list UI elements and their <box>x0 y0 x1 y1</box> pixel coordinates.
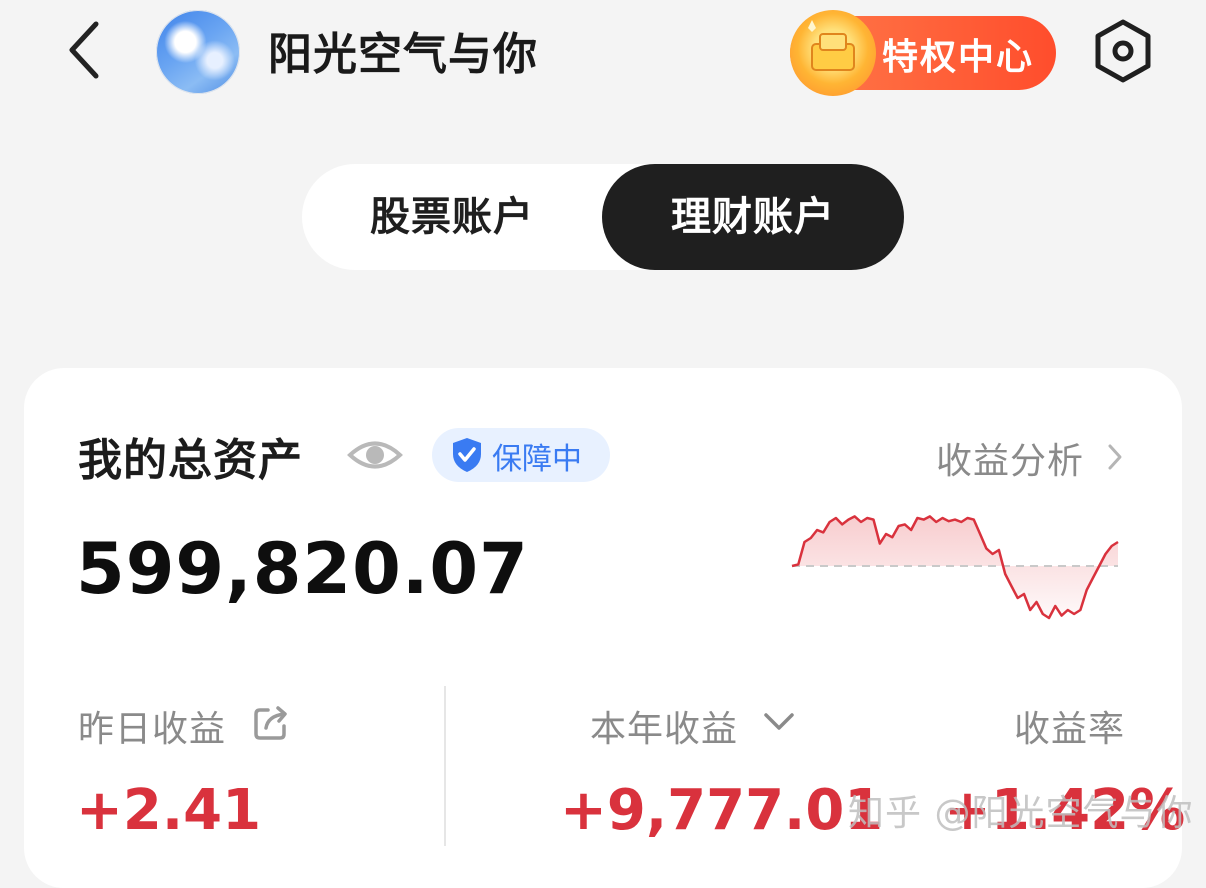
shield-check-icon <box>453 438 481 472</box>
earnings-sparkline[interactable] <box>790 500 1120 620</box>
sparkline-area <box>792 516 1118 618</box>
year-earnings-value: +9,777.01 <box>560 778 884 843</box>
username: 阳光空气与你 <box>268 29 538 80</box>
avatar[interactable] <box>156 10 240 94</box>
chevron-down-icon[interactable] <box>762 710 796 734</box>
privilege-center-label[interactable]: 特权中心 <box>882 28 1034 80</box>
total-assets-value: 599,820.07 <box>76 528 529 610</box>
hexagon-settings-icon[interactable] <box>1092 18 1154 84</box>
earnings-analysis-link[interactable]: 收益分析 <box>936 432 1084 484</box>
protection-badge-label: 保障中 <box>492 442 582 477</box>
eye-icon[interactable] <box>346 430 404 480</box>
tab-wealth-account[interactable]: 理财账户 <box>602 164 904 270</box>
yesterday-earnings-label: 昨日收益 <box>78 709 227 750</box>
divider <box>444 686 446 846</box>
gift-gold-icon <box>790 10 876 96</box>
chevron-left-icon[interactable] <box>62 18 110 82</box>
watermark: 知乎 @阳光空气与你 <box>848 793 1194 834</box>
year-earnings-label[interactable]: 本年收益 <box>590 700 738 752</box>
yesterday-earnings-value: +2.41 <box>76 778 262 843</box>
total-assets-title: 我的总资产 <box>78 435 303 486</box>
tab-stock-account[interactable]: 股票账户 <box>302 164 602 270</box>
chevron-right-icon[interactable] <box>1104 442 1126 472</box>
share-icon[interactable] <box>252 704 290 742</box>
return-rate-label: 收益率 <box>1014 709 1126 750</box>
